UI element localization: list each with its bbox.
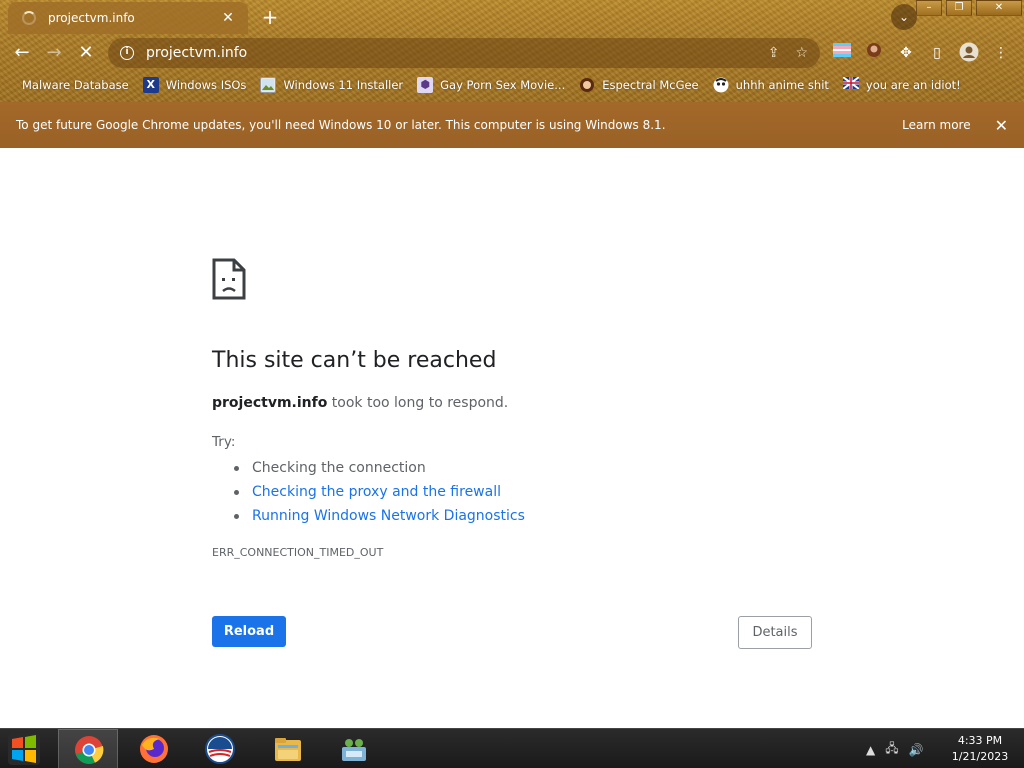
minimize-button[interactable]: – [916, 0, 942, 16]
bookmark-you-are-an-idiot[interactable]: you are an idiot! [842, 76, 961, 93]
bookmark-malware-database[interactable]: Malware Database [14, 77, 129, 93]
sad-page-icon [212, 258, 246, 304]
side-panel-icon[interactable]: ▯ [926, 42, 948, 64]
taskbar-firefox-button[interactable] [124, 729, 184, 768]
taskbar-network-app-button[interactable] [324, 729, 384, 768]
avatar-icon [579, 77, 595, 93]
site-info-icon[interactable]: i [120, 46, 134, 60]
bookmark-anime[interactable]: uhhh anime shit [713, 77, 829, 93]
update-infobar: To get future Google Chrome updates, you… [0, 102, 1024, 148]
taskbar-chrome-button[interactable] [58, 729, 118, 768]
browser-tab[interactable]: projectvm.info ✕ [8, 2, 248, 34]
forward-button[interactable]: → [41, 40, 67, 66]
window-controls: – ❐ ✕ [912, 0, 1022, 16]
tab-close-icon[interactable]: ✕ [218, 10, 238, 26]
suggestion-network-diagnostics-link[interactable]: Running Windows Network Diagnostics [232, 504, 525, 528]
address-url[interactable]: projectvm.info [146, 45, 752, 61]
profile-icon[interactable] [958, 42, 980, 64]
restore-button[interactable]: ❐ [946, 0, 972, 16]
clock-date: 1/21/2023 [951, 750, 1009, 763]
reload-button[interactable]: Reload [212, 616, 286, 647]
x-logo-icon: X [142, 77, 159, 93]
new-tab-button[interactable]: + [258, 5, 282, 29]
volume-icon[interactable]: 🔊 [909, 743, 924, 757]
clock-time: 4:33 PM [957, 734, 1003, 747]
taskbar: ▲ 🖧 🔊 4:33 PM 1/21/2023 [0, 728, 1024, 768]
infobar-close-icon[interactable]: ✕ [995, 116, 1008, 135]
bookmark-movie[interactable]: ⬢ Gay Porn Sex Movie... [417, 77, 565, 93]
error-code: ERR_CONNECTION_TIMED_OUT [212, 546, 384, 559]
firefox-icon [140, 735, 168, 763]
extension-avatar-icon[interactable] [863, 42, 885, 64]
error-title: This site can’t be reached [212, 348, 497, 373]
bookmarks-bar: Malware Database X Windows ISOs Windows … [0, 72, 1024, 98]
suggestion-check-connection: Checking the connection [232, 456, 525, 480]
start-button[interactable] [6, 731, 48, 767]
bookmark-blank-icon [14, 77, 18, 93]
share-icon[interactable]: ⇪ [768, 45, 780, 61]
tab-title: projectvm.info [48, 11, 135, 25]
learn-more-link[interactable]: Learn more [902, 118, 970, 132]
error-host: projectvm.info [212, 395, 328, 411]
uk-flag-icon [842, 76, 860, 93]
back-button[interactable]: ← [9, 40, 35, 66]
anime-face-icon [713, 77, 729, 93]
chrome-icon [75, 736, 104, 764]
obama-logo-icon [205, 734, 235, 764]
loading-spinner-icon [22, 11, 36, 25]
window-close-button[interactable]: ✕ [976, 0, 1022, 16]
infobar-message: To get future Google Chrome updates, you… [16, 118, 666, 132]
error-reason: took too long to respond. [331, 395, 509, 411]
system-tray: ▲ 🖧 🔊 [866, 739, 934, 760]
suggestion-proxy-firewall-link[interactable]: Checking the proxy and the firewall [232, 480, 525, 504]
clock[interactable]: 4:33 PM 1/21/2023 [945, 733, 1015, 765]
details-button[interactable]: Details [738, 616, 812, 649]
network-users-icon [342, 739, 366, 761]
stop-loading-button[interactable]: ✕ [73, 40, 99, 66]
box-icon: ⬢ [417, 77, 434, 93]
toolbar: ← → ✕ i projectvm.info ⇪ ☆ ✥ ▯ ⋮ [0, 36, 1024, 70]
extensions-puzzle-icon[interactable]: ✥ [895, 42, 917, 64]
image-icon [260, 77, 277, 93]
error-description: projectvm.info took too long to respond. [212, 395, 508, 411]
taskbar-obama-app-button[interactable] [190, 729, 250, 768]
try-label: Try: [212, 434, 236, 450]
bookmark-windows-11-installer[interactable]: Windows 11 Installer [260, 77, 403, 93]
bookmark-espectral-mcgee[interactable]: Espectral McGee [579, 77, 699, 93]
extension-flag-icon[interactable] [831, 42, 853, 64]
taskbar-file-explorer-button[interactable] [258, 729, 318, 768]
address-bar[interactable]: i projectvm.info ⇪ ☆ [108, 38, 820, 68]
network-icon[interactable]: 🖧 [885, 739, 898, 760]
error-page: This site can’t be reached projectvm.inf… [0, 148, 1024, 728]
folder-icon [275, 738, 301, 761]
show-hidden-icons-icon[interactable]: ▲ [866, 743, 875, 757]
browser-frame: projectvm.info ✕ + ⌄ – ❐ ✕ ← → ✕ i proje… [0, 0, 1024, 102]
bookmark-windows-isos[interactable]: X Windows ISOs [142, 77, 246, 93]
bookmark-star-icon[interactable]: ☆ [795, 45, 808, 61]
suggestions-list: Checking the connection Checking the pro… [232, 456, 525, 528]
menu-kebab-icon[interactable]: ⋮ [990, 42, 1012, 64]
